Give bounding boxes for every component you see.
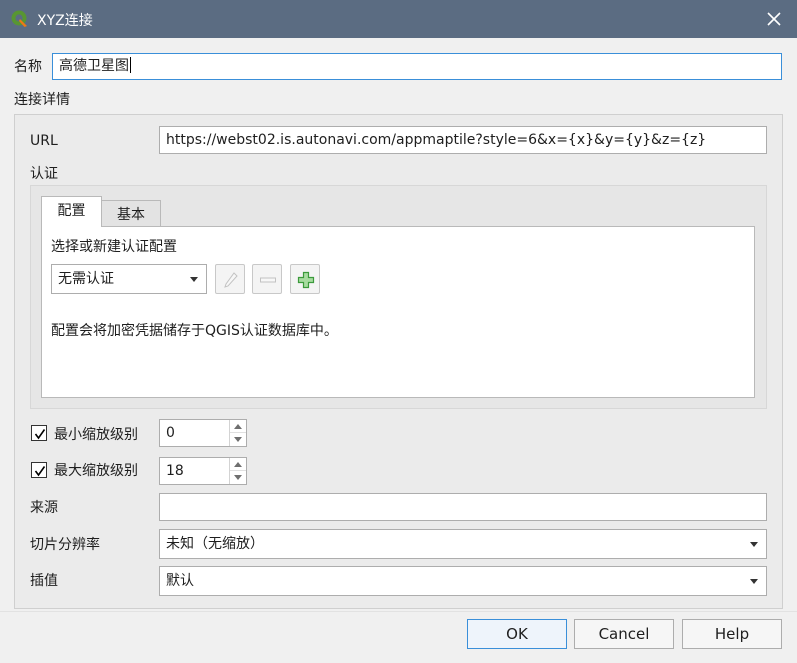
- connection-details-label: 连接详情: [14, 92, 70, 108]
- ok-button-label: OK: [506, 625, 528, 643]
- min-zoom-spinbox[interactable]: 0: [159, 419, 247, 447]
- remove-config-button[interactable]: [252, 264, 282, 294]
- min-zoom-checkbox[interactable]: [31, 425, 47, 441]
- source-label: 来源: [30, 500, 58, 516]
- close-icon: [767, 12, 781, 26]
- tile-resolution-label: 切片分辨率: [30, 537, 100, 553]
- max-zoom-increment-button[interactable]: [230, 458, 246, 471]
- max-zoom-spinbox[interactable]: 18: [159, 457, 247, 485]
- cancel-button[interactable]: Cancel: [574, 619, 674, 649]
- min-zoom-decrement-button[interactable]: [230, 433, 246, 446]
- min-zoom-label: 最小缩放级别: [54, 427, 138, 443]
- tab-configuration[interactable]: 配置: [41, 196, 102, 227]
- interpolation-select[interactable]: 默认: [159, 566, 767, 596]
- help-button[interactable]: Help: [682, 619, 782, 649]
- max-zoom-label: 最大缩放级别: [54, 463, 138, 479]
- window-title: XYZ连接: [37, 13, 93, 29]
- qgis-logo-icon: [10, 9, 30, 29]
- tile-resolution-value: 未知（无缩放）: [166, 536, 264, 552]
- config-note: 配置会将加密凭据储存于QGIS认证数据库中。: [51, 323, 338, 339]
- chevron-down-icon: [190, 277, 198, 282]
- title-bar: XYZ连接: [0, 0, 797, 38]
- max-zoom-value: 18: [166, 463, 184, 479]
- name-input-value: 高德卫星图: [59, 58, 129, 74]
- config-prompt: 选择或新建认证配置: [51, 239, 177, 255]
- cancel-button-label: Cancel: [598, 625, 650, 643]
- pencil-icon: [224, 272, 238, 288]
- auth-config-select[interactable]: 无需认证: [51, 264, 207, 294]
- close-button[interactable]: [758, 3, 790, 35]
- ok-button[interactable]: OK: [467, 619, 567, 649]
- auth-label: 认证: [30, 166, 58, 182]
- min-zoom-stepper: [229, 420, 246, 446]
- interpolation-label: 插值: [30, 573, 58, 589]
- interpolation-value: 默认: [166, 573, 194, 589]
- button-bar: [0, 611, 797, 663]
- min-zoom-increment-button[interactable]: [230, 420, 246, 433]
- checkmark-icon: [34, 466, 46, 477]
- source-input[interactable]: [159, 493, 767, 521]
- min-zoom-value: 0: [166, 425, 175, 441]
- url-input-value: https://webst02.is.autonavi.com/appmapti…: [166, 132, 707, 148]
- text-caret: [130, 57, 131, 73]
- url-label: URL: [30, 133, 58, 149]
- plus-icon: [297, 271, 315, 289]
- edit-config-button[interactable]: [215, 264, 245, 294]
- url-input[interactable]: https://webst02.is.autonavi.com/appmapti…: [159, 126, 767, 154]
- name-input[interactable]: 高德卫星图: [52, 53, 782, 80]
- chevron-down-icon: [750, 579, 758, 584]
- tile-resolution-select[interactable]: 未知（无缩放）: [159, 529, 767, 559]
- auth-config-select-value: 无需认证: [58, 271, 114, 287]
- tab-basic-label: 基本: [117, 207, 145, 223]
- max-zoom-stepper: [229, 458, 246, 484]
- checkmark-icon: [34, 429, 46, 440]
- tab-configuration-label: 配置: [57, 203, 86, 219]
- chevron-down-icon: [750, 542, 758, 547]
- name-label: 名称: [14, 59, 42, 75]
- minus-icon: [260, 277, 276, 283]
- add-config-button[interactable]: [290, 264, 320, 294]
- xyz-connection-dialog: XYZ连接 名称 高德卫星图 连接详情 URL https://webst02.…: [0, 0, 797, 663]
- max-zoom-checkbox[interactable]: [31, 462, 47, 478]
- max-zoom-decrement-button[interactable]: [230, 471, 246, 484]
- help-button-label: Help: [714, 625, 750, 643]
